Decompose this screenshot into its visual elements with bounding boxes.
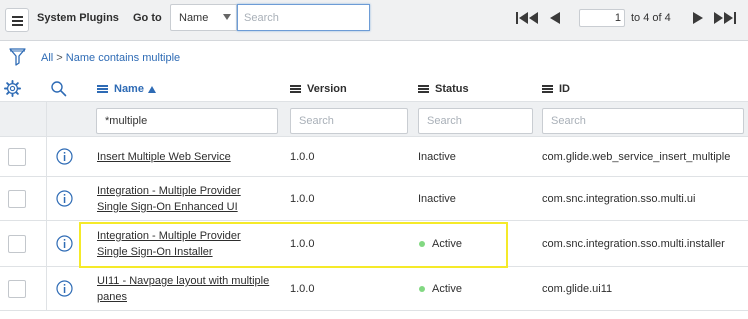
sort-ascending-icon — [147, 85, 156, 93]
row-checkbox[interactable] — [8, 148, 26, 166]
hamburger-menu-button[interactable] — [5, 8, 29, 32]
table-row: Integration - Multiple Provider Single S… — [0, 221, 748, 267]
plugin-version: 1.0.0 — [290, 151, 315, 163]
plugin-status: Active — [418, 283, 462, 295]
column-menu-icon — [418, 85, 429, 93]
goto-label: Go to — [133, 12, 162, 24]
plugin-status: Inactive — [418, 193, 456, 205]
column-filter-row — [0, 101, 748, 138]
breadcrumb-all[interactable]: All — [41, 52, 53, 64]
gear-icon[interactable] — [4, 80, 21, 97]
cell-divider — [46, 137, 47, 176]
page-number-input[interactable] — [579, 9, 625, 27]
column-header-status[interactable]: Status — [418, 83, 469, 95]
row-checkbox[interactable] — [8, 280, 26, 298]
plugin-id: com.snc.integration.sso.multi.installer — [542, 238, 725, 250]
hamburger-menu-icon-bar — [12, 24, 23, 26]
hamburger-menu-icon-bar — [12, 20, 23, 22]
column-header-version[interactable]: Version — [290, 83, 347, 95]
info-icon[interactable] — [56, 280, 73, 297]
cell-divider — [46, 102, 47, 138]
column-header-id-label: ID — [559, 83, 570, 95]
plugin-name-line: Single Sign-On Enhanced UI — [97, 201, 238, 213]
plugin-name-line: UI11 - Navpage layout with multiple — [97, 275, 270, 287]
id-filter-input[interactable] — [542, 108, 744, 134]
column-header-id[interactable]: ID — [542, 83, 570, 95]
info-icon[interactable] — [56, 148, 73, 165]
cell-divider — [46, 221, 47, 266]
page-total: to 4 of 4 — [631, 12, 671, 24]
column-header-name[interactable]: Name — [97, 83, 156, 95]
goto-field-select[interactable]: Name — [170, 4, 237, 31]
plugin-id: com.snc.integration.sso.multi.ui — [542, 193, 696, 205]
list-header: System Plugins Go to Name to 4 of 4 — [0, 0, 748, 41]
plugin-name-line: panes — [97, 291, 127, 303]
plugin-name-link[interactable]: Insert Multiple Web Service — [97, 149, 282, 165]
plugin-id: com.glide.web_service_insert_multiple — [542, 151, 731, 163]
column-menu-icon — [542, 85, 553, 93]
last-page-icon[interactable] — [712, 12, 736, 24]
first-page-icon[interactable] — [516, 12, 540, 24]
column-header-version-label: Version — [307, 83, 347, 95]
hamburger-menu-icon — [12, 16, 23, 18]
plugin-name-line: Integration - Multiple Provider — [97, 185, 241, 197]
plugin-status-text: Inactive — [418, 193, 456, 205]
plugin-status: Inactive — [418, 151, 456, 163]
goto-search-input[interactable] — [237, 4, 370, 31]
caret-down-icon — [223, 14, 231, 20]
plugin-version: 1.0.0 — [290, 283, 315, 295]
active-status-dot — [419, 286, 425, 292]
info-icon[interactable] — [56, 190, 73, 207]
plugin-status: Active — [418, 238, 462, 250]
funnel-filter-icon[interactable] — [9, 48, 26, 66]
status-filter-input[interactable] — [418, 108, 533, 134]
table-row: Integration - Multiple Provider Single S… — [0, 177, 748, 221]
plugin-name-line: Insert Multiple Web Service — [97, 151, 231, 163]
column-menu-icon — [97, 85, 108, 93]
next-page-icon[interactable] — [692, 12, 704, 24]
info-icon[interactable] — [56, 235, 73, 252]
plugin-version: 1.0.0 — [290, 238, 315, 250]
plugin-name-line: Single Sign-On Installer — [97, 246, 213, 258]
cell-divider — [46, 267, 47, 310]
name-filter-input[interactable] — [96, 108, 278, 134]
breadcrumb: All > Name contains multiple — [41, 52, 180, 64]
table-row: Insert Multiple Web Service 1.0.0 Inacti… — [0, 137, 748, 177]
column-header-status-label: Status — [435, 83, 469, 95]
goto-field-value: Name — [179, 12, 209, 24]
version-filter-input[interactable] — [290, 108, 408, 134]
plugin-name-link[interactable]: Integration - Multiple Provider Single S… — [97, 228, 282, 260]
cell-divider — [46, 177, 47, 220]
plugin-name-link[interactable]: Integration - Multiple Provider Single S… — [97, 183, 282, 215]
column-header-name-label: Name — [114, 83, 144, 95]
plugin-status-text: Active — [432, 238, 462, 250]
plugin-name-link[interactable]: UI11 - Navpage layout with multiple pane… — [97, 273, 282, 305]
search-icon[interactable] — [50, 80, 67, 97]
plugin-status-text: Active — [432, 283, 462, 295]
plugin-status-text: Inactive — [418, 151, 456, 163]
table-row: UI11 - Navpage layout with multiple pane… — [0, 267, 748, 311]
row-checkbox[interactable] — [8, 190, 26, 208]
previous-page-icon[interactable] — [549, 12, 561, 24]
active-status-dot — [419, 241, 425, 247]
row-checkbox[interactable] — [8, 235, 26, 253]
plugin-version: 1.0.0 — [290, 193, 315, 205]
plugin-name-line: Integration - Multiple Provider — [97, 230, 241, 242]
plugin-id: com.glide.ui11 — [542, 283, 613, 295]
breadcrumb-separator: > — [56, 52, 63, 64]
column-menu-icon — [290, 85, 301, 93]
breadcrumb-condition[interactable]: Name contains multiple — [66, 52, 180, 64]
page-title: System Plugins — [37, 12, 119, 24]
